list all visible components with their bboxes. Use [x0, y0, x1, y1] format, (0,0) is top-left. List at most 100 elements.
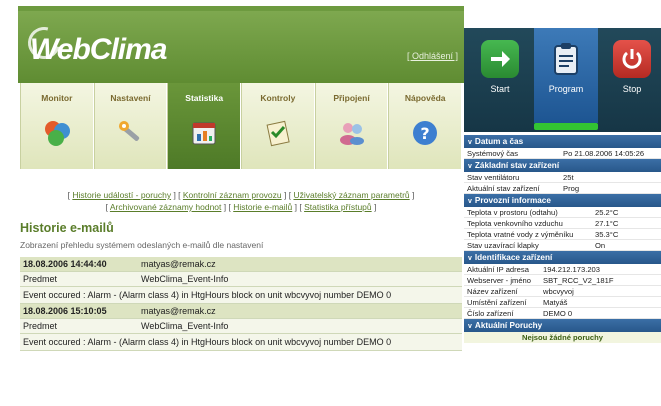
- status-value: Po 21.08.2006 14:05:26: [563, 149, 645, 158]
- status-row: Teplota v prostoru (odtahu) 25.2°C: [464, 207, 661, 218]
- status-label: Číslo zařízení: [467, 309, 514, 318]
- nav-tab-label: Připojení: [333, 93, 370, 103]
- nav-tab-napoveda[interactable]: Nápověda ?: [388, 83, 462, 169]
- section-title: Základní stav zařízení: [474, 161, 560, 170]
- main-nav: Monitor Nastavení Statistika Kontroly Př…: [20, 83, 462, 169]
- section-title: Datum a čas: [474, 137, 524, 146]
- status-row: Webserver - jméno SBT_RCC_V2_181F: [464, 275, 661, 286]
- section-header-identifikace[interactable]: v Identifikace zařízení: [464, 251, 661, 264]
- email-subject-label: Predmet: [23, 274, 58, 284]
- app-logo: WebClima: [30, 33, 167, 66]
- nav-tab-statistika[interactable]: Statistika: [167, 83, 241, 169]
- nav-tab-pripojeni[interactable]: Připojení: [314, 83, 388, 169]
- crumb-kontrolni-zaznam[interactable]: Kontrolní záznam provozu: [183, 190, 282, 200]
- chevron-down-icon: v: [468, 198, 472, 205]
- status-value: 194.212.173.203: [543, 265, 601, 274]
- help-icon: ?: [409, 117, 441, 149]
- checklist-icon: [262, 117, 294, 149]
- status-value: 27.1°C: [595, 219, 619, 228]
- status-value: 35.3°C: [595, 230, 619, 239]
- email-subject-row: Predmet WebClima_Event-Info: [20, 319, 462, 334]
- no-faults-note: Nejsou žádné poruchy: [464, 332, 661, 343]
- status-row: Systémový čas Po 21.08.2006 14:05:26: [464, 148, 661, 159]
- users-icon: [336, 117, 368, 149]
- nav-tab-label: Nápověda: [404, 93, 446, 103]
- section-header-poruchy[interactable]: v Aktuální Poruchy: [464, 319, 661, 332]
- nav-tab-label: Nastavení: [110, 93, 151, 103]
- email-recipient: matyas@remak.cz: [141, 306, 216, 316]
- status-label: Stav uzavírací klapky: [467, 241, 539, 250]
- status-row: Název zařízení wbcvyvoj: [464, 286, 661, 297]
- nav-tab-nastaveni[interactable]: Nastavení: [93, 83, 167, 169]
- page-subtitle: Zobrazení přehledu systémem odeslaných e…: [20, 240, 264, 250]
- email-row-header: 18.08.2006 15:10:05 matyas@remak.cz: [20, 304, 462, 319]
- status-row: Číslo zařízení DEMO 0: [464, 308, 661, 319]
- status-row: Aktuální stav zařízení Prog: [464, 183, 661, 194]
- status-row: Stav uzavírací klapky On: [464, 240, 661, 251]
- wrench-icon: [115, 117, 147, 149]
- start-button[interactable]: Start: [470, 36, 530, 116]
- clipboard-icon: [547, 40, 585, 78]
- email-recipient: matyas@remak.cz: [141, 259, 216, 269]
- nav-tab-monitor[interactable]: Monitor: [20, 83, 93, 169]
- crumb-archivovane-zaznamy[interactable]: Archivované záznamy hodnot: [110, 202, 222, 212]
- status-value: DEMO 0: [543, 309, 573, 318]
- crumb-statistika-pristupu[interactable]: Statistika přístupů: [304, 202, 372, 212]
- crumb-uzivatelsky-zaznam[interactable]: Uživatelský záznam parametrů: [293, 190, 409, 200]
- status-label: Teplota venkovního vzduchu: [467, 219, 563, 228]
- status-label: Umístění zařízení: [467, 298, 527, 307]
- program-button[interactable]: Program: [534, 28, 598, 123]
- globe-icon: [41, 117, 73, 149]
- status-row: Aktuální IP adresa 194.212.173.203: [464, 264, 661, 275]
- svg-text:?: ?: [421, 124, 430, 143]
- breadcrumb: [ Historie událostí - poruchy ] [ Kontro…: [67, 190, 415, 212]
- email-subject-row: Predmet WebClima_Event-Info: [20, 272, 462, 287]
- nav-tab-label: Statistika: [185, 93, 224, 103]
- status-row: Teplota vratné vody z výměníku 35.3°C: [464, 229, 661, 240]
- status-label: Teplota v prostoru (odtahu): [467, 208, 558, 217]
- nav-tab-label: Kontroly: [260, 93, 296, 103]
- status-label: Aktuální stav zařízení: [467, 184, 540, 193]
- calendar-chart-icon: [188, 117, 220, 149]
- status-value: SBT_RCC_V2_181F: [543, 276, 614, 285]
- email-history-table: 18.08.2006 14:44:40 matyas@remak.cz Pred…: [20, 257, 462, 351]
- email-subject: WebClima_Event-Info: [141, 321, 229, 331]
- stop-button[interactable]: Stop: [602, 36, 661, 116]
- main-pane: WebClima [ Odhlášení ] Monitor Nastavení…: [18, 6, 464, 406]
- program-active-indicator: [534, 123, 598, 130]
- logout-link[interactable]: [ Odhlášení ]: [407, 51, 458, 61]
- status-value: Matyáš: [543, 298, 568, 307]
- stop-label: Stop: [622, 84, 642, 94]
- header-bar: WebClima [ Odhlášení ]: [18, 11, 464, 83]
- email-row-header: 18.08.2006 14:44:40 matyas@remak.cz: [20, 257, 462, 272]
- section-header-datum[interactable]: v Datum a čas: [464, 135, 661, 148]
- crumb-historie-udalosti[interactable]: Historie událostí - poruchy: [72, 190, 171, 200]
- status-row: Stav ventilátoru 25t: [464, 172, 661, 183]
- control-buttons: Start Program Stop: [464, 28, 661, 132]
- crumb-historie-emailu[interactable]: Historie e-mailů: [233, 202, 292, 212]
- status-value: Prog: [563, 184, 580, 193]
- chevron-down-icon: v: [468, 255, 472, 262]
- status-row: Teplota venkovního vzduchu 27.1°C: [464, 218, 661, 229]
- status-row: Umístění zařízení Matyáš: [464, 297, 661, 308]
- email-subject: WebClima_Event-Info: [141, 274, 229, 284]
- email-datetime: 18.08.2006 15:10:05: [23, 306, 107, 316]
- email-body: Event occured : Alarm - (Alarm class 4) …: [20, 334, 462, 351]
- section-title: Identifikace zařízení: [474, 253, 553, 262]
- section-header-provozni[interactable]: v Provozní informace: [464, 194, 661, 207]
- status-value: wbcvyvoj: [543, 287, 574, 296]
- arrow-right-icon: [481, 40, 519, 78]
- chevron-down-icon: v: [468, 323, 472, 330]
- section-header-zakladni[interactable]: v Základní stav zařízení: [464, 159, 661, 172]
- start-label: Start: [490, 84, 510, 94]
- status-label: Aktuální IP adresa: [467, 265, 529, 274]
- email-subject-label: Predmet: [23, 321, 58, 331]
- nav-tab-kontroly[interactable]: Kontroly: [241, 83, 314, 169]
- status-sections: v Datum a čas Systémový čas Po 21.08.2006 …: [464, 135, 661, 343]
- status-label: Název zařízení: [467, 287, 518, 296]
- status-value: On: [595, 241, 606, 250]
- status-label: Webserver - jméno: [467, 276, 532, 285]
- status-value: 25t: [563, 173, 574, 182]
- email-body: Event occured : Alarm - (Alarm class 4) …: [20, 287, 462, 304]
- status-value: 25.2°C: [595, 208, 619, 217]
